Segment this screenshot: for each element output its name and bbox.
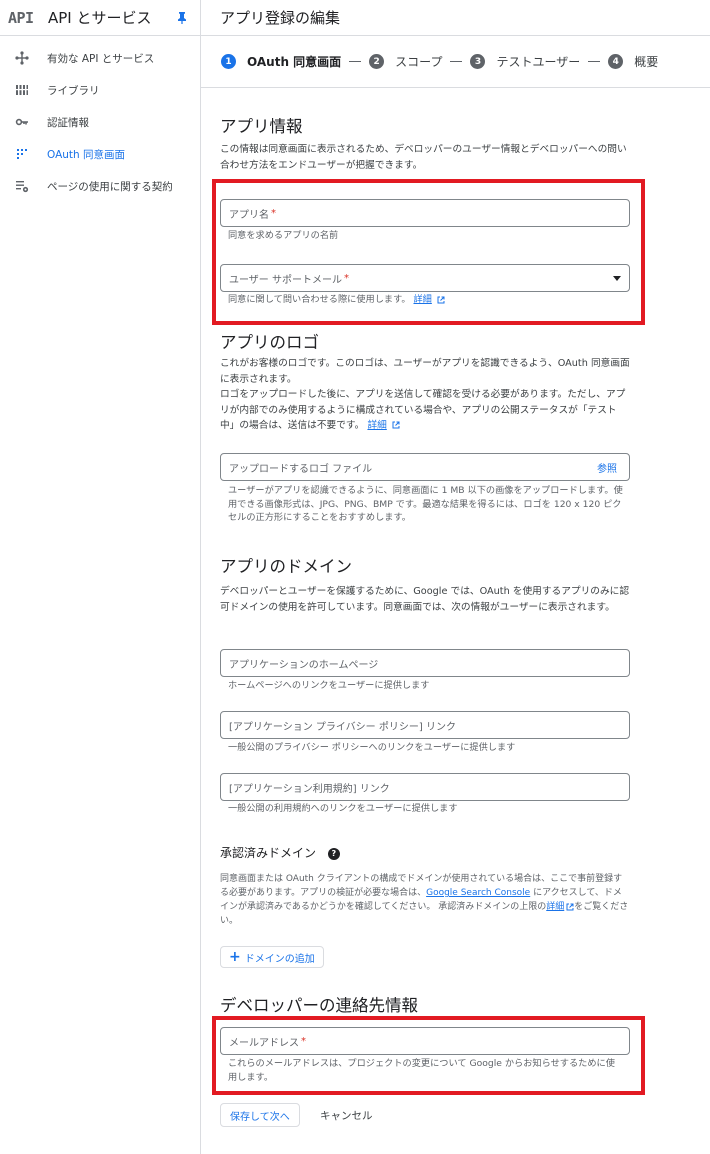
diamond-icon bbox=[14, 50, 30, 66]
step-label: テストユーザー bbox=[496, 55, 581, 69]
step-summary[interactable]: 4 概要 bbox=[608, 53, 658, 70]
support-email-hint: 同意に関して問い合わせる際に使用します。 bbox=[228, 294, 411, 305]
dropdown-arrow-icon bbox=[613, 276, 621, 281]
step-number: 1 bbox=[221, 54, 236, 69]
app-name-hint: 同意を求めるアプリの名前 bbox=[228, 230, 339, 241]
step-label: 概要 bbox=[634, 55, 659, 69]
required-mark: * bbox=[343, 272, 349, 284]
step-divider bbox=[588, 61, 601, 62]
app-domain-heading: アプリのドメイン bbox=[220, 557, 352, 576]
app-logo-description-2-row: ロゴをアップロードした後に、アプリを送信して確認を受ける必要があります。ただし、… bbox=[220, 387, 630, 434]
consent-icon bbox=[14, 146, 30, 162]
sidebar-item-label: 有効な API とサービス bbox=[47, 52, 155, 65]
external-link-icon bbox=[392, 421, 400, 429]
logo-upload-placeholder: アップロードするロゴ ファイル bbox=[229, 463, 373, 475]
add-domain-label: ドメインの追加 bbox=[244, 953, 315, 965]
app-root: API API とサービス 有効な API とサービス ライブラリ 認証情報 O… bbox=[0, 0, 710, 1154]
sidebar-item-label: ライブラリ bbox=[47, 84, 100, 97]
help-icon[interactable]: ? bbox=[327, 847, 340, 860]
sidebar-nav: 有効な API とサービス ライブラリ 認証情報 OAuth 同意画面 ページの… bbox=[0, 36, 200, 202]
support-email-hint-row: 同意に関して問い合わせる際に使用します。 詳細 bbox=[228, 293, 628, 307]
required-mark: * bbox=[301, 1035, 306, 1047]
sidebar: API API とサービス 有効な API とサービス ライブラリ 認証情報 O… bbox=[0, 0, 201, 1154]
step-number: 2 bbox=[369, 54, 385, 69]
authorized-domains-description: 同意画面または OAuth クライアントの構成でドメインが使用されている場合は、… bbox=[220, 872, 630, 928]
details-link[interactable]: 詳細 bbox=[367, 420, 386, 431]
sidebar-item-enabled-apis[interactable]: 有効な API とサービス bbox=[0, 42, 200, 74]
step-scopes[interactable]: 2 スコープ bbox=[369, 53, 442, 70]
sidebar-item-library[interactable]: ライブラリ bbox=[0, 74, 200, 106]
app-logo-heading: アプリのロゴ bbox=[220, 333, 319, 352]
terms-of-service-field[interactable]: [アプリケーション利用規約] リンク bbox=[220, 773, 630, 801]
step-number: 4 bbox=[608, 54, 624, 69]
developer-email-field[interactable]: メールアドレス * bbox=[220, 1027, 630, 1055]
app-info-description: この情報は同意画面に表示されるため、デベロッパーのユーザー情報とデベロッパーへの… bbox=[220, 144, 627, 171]
step-test-users[interactable]: 3 テストユーザー bbox=[470, 53, 580, 70]
privacy-policy-hint: 一般公開のプライバシー ポリシーへのリンクをユーザーに提供します bbox=[228, 742, 516, 753]
homepage-hint: ホームページへのリンクをユーザーに提供します bbox=[228, 680, 430, 691]
developer-email-placeholder: メールアドレス bbox=[229, 1037, 299, 1049]
key-icon bbox=[14, 114, 30, 130]
api-logo: API bbox=[8, 8, 34, 27]
step-label: スコープ bbox=[395, 55, 443, 69]
developer-email-hint: これらのメールアドレスは、プロジェクトの変更について Google からお知らせ… bbox=[228, 1058, 615, 1083]
terms-of-service-hint: 一般公開の利用規約へのリンクをユーザーに提供します bbox=[228, 803, 458, 814]
app-logo-description-1: これがお客様のロゴです。このロゴは、ユーザーがアプリを認識できるよう、OAuth… bbox=[220, 358, 630, 385]
stepper: 1 OAuth 同意画面 2 スコープ 3 テストユーザー 4 概要 bbox=[201, 36, 710, 88]
plus-icon: + bbox=[229, 949, 241, 965]
support-email-select[interactable]: ユーザー サポートメール * bbox=[220, 264, 630, 292]
save-next-label: 保存して次へ bbox=[230, 1111, 290, 1123]
step-divider bbox=[349, 61, 362, 62]
page-header: アプリ登録の編集 bbox=[201, 0, 710, 36]
app-name-field[interactable]: アプリ名 * bbox=[220, 199, 630, 227]
privacy-policy-field[interactable]: [アプリケーション プライバシー ポリシー] リンク bbox=[220, 711, 630, 739]
sidebar-title: API とサービス bbox=[48, 9, 152, 27]
support-email-placeholder: ユーザー サポートメール bbox=[229, 274, 342, 286]
library-icon bbox=[14, 82, 30, 98]
pin-icon[interactable] bbox=[172, 8, 192, 28]
save-next-button[interactable]: 保存して次へ bbox=[220, 1103, 300, 1127]
page-title: アプリ登録の編集 bbox=[220, 9, 341, 27]
app-info-heading: アプリ情報 bbox=[220, 117, 303, 136]
step-oauth-consent[interactable]: 1 OAuth 同意画面 bbox=[221, 53, 341, 70]
step-number: 3 bbox=[470, 54, 486, 69]
authorized-domains-heading: 承認済みドメイン bbox=[220, 846, 317, 860]
homepage-placeholder: アプリケーションのホームページ bbox=[229, 659, 379, 671]
cancel-button[interactable]: キャンセル bbox=[320, 1108, 373, 1123]
step-label: OAuth 同意画面 bbox=[247, 55, 342, 69]
homepage-field[interactable]: アプリケーションのホームページ bbox=[220, 649, 630, 677]
sidebar-item-label: OAuth 同意画面 bbox=[47, 148, 126, 161]
logo-upload-hint: ユーザーがアプリを認識できるように、同意画面に 1 MB 以下の画像をアップロー… bbox=[228, 485, 623, 523]
sidebar-item-credentials[interactable]: 認証情報 bbox=[0, 106, 200, 138]
search-console-link[interactable]: Google Search Console bbox=[426, 888, 530, 898]
privacy-policy-placeholder: [アプリケーション プライバシー ポリシー] リンク bbox=[229, 721, 456, 733]
settings-list-icon bbox=[14, 178, 30, 194]
required-mark: * bbox=[271, 207, 276, 219]
app-name-placeholder: アプリ名 bbox=[229, 209, 269, 221]
developer-contact-heading: デベロッパーの連絡先情報 bbox=[220, 996, 418, 1015]
details-link[interactable]: 詳細 bbox=[413, 294, 431, 305]
terms-of-service-placeholder: [アプリケーション利用規約] リンク bbox=[229, 783, 390, 795]
sidebar-item-page-usage[interactable]: ページの使用に関する契約 bbox=[0, 170, 200, 202]
sidebar-item-label: 認証情報 bbox=[47, 116, 89, 129]
app-logo-description-2: ロゴをアップロードした後に、アプリを送信して確認を受ける必要があります。ただし、… bbox=[220, 389, 626, 431]
external-link-icon bbox=[437, 296, 445, 303]
main-panel: アプリ登録の編集 1 OAuth 同意画面 2 スコープ 3 テストユーザー 4… bbox=[201, 0, 710, 1154]
add-domain-button[interactable]: + ドメインの追加 bbox=[220, 946, 324, 968]
app-domain-description: デベロッパーとユーザーを保護するために、Google では、OAuth を使用す… bbox=[220, 586, 630, 613]
browse-button[interactable]: 参照 bbox=[597, 460, 617, 475]
step-divider bbox=[450, 61, 463, 62]
authorized-domains-heading-row: 承認済みドメイン ? bbox=[220, 844, 340, 861]
sidebar-header: API API とサービス bbox=[0, 0, 200, 36]
sidebar-item-oauth-consent[interactable]: OAuth 同意画面 bbox=[0, 138, 200, 170]
logo-upload-field[interactable]: アップロードするロゴ ファイル 参照 bbox=[220, 453, 630, 481]
sidebar-item-label: ページの使用に関する契約 bbox=[47, 180, 173, 193]
details-link[interactable]: 詳細 bbox=[546, 902, 564, 912]
